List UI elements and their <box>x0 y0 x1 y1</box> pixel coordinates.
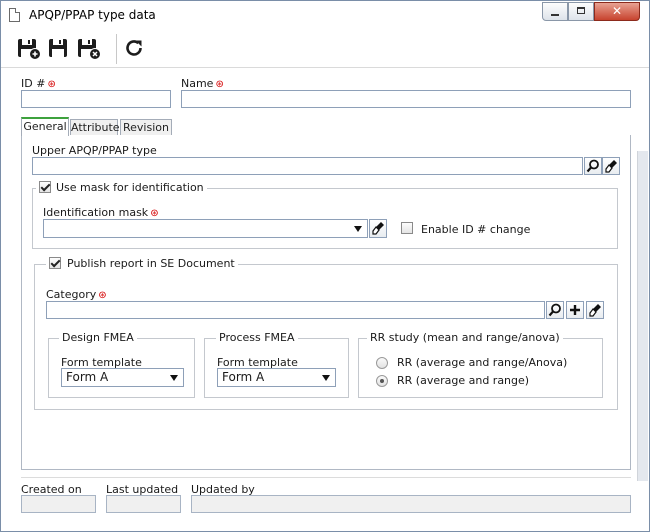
chevron-down-icon <box>354 226 362 232</box>
rr-average-range-radio[interactable] <box>376 375 388 387</box>
name-label: Name ⊛ <box>181 77 224 90</box>
chevron-down-icon <box>322 375 330 381</box>
document-icon <box>9 8 20 22</box>
last-updated-field <box>106 495 181 513</box>
enable-id-change-label: Enable ID # change <box>421 223 531 236</box>
eraser-icon <box>372 222 384 235</box>
required-icon: ⊛ <box>98 290 107 301</box>
save-close-icon <box>78 39 101 60</box>
identification-mask-select[interactable] <box>43 219 368 238</box>
category-clear-button[interactable] <box>586 301 604 319</box>
required-icon: ⊛ <box>150 208 159 219</box>
maximize-button[interactable] <box>568 2 594 21</box>
eraser-icon <box>605 160 617 173</box>
required-icon: ⊛ <box>47 79 56 90</box>
vertical-scrollbar[interactable] <box>637 151 648 481</box>
save-button[interactable] <box>45 35 71 61</box>
save-new-icon <box>18 39 41 60</box>
category-search-button[interactable] <box>546 301 564 319</box>
design-fmea-legend: Design FMEA <box>59 331 137 344</box>
enable-id-change-checkbox[interactable] <box>401 222 413 234</box>
rr-anova-radio[interactable] <box>376 357 388 369</box>
close-button[interactable]: ✕ <box>594 2 640 21</box>
tab-revision[interactable]: Revision <box>120 119 172 136</box>
upper-type-search-button[interactable] <box>584 157 602 175</box>
publish-label: Publish report in SE Document <box>67 257 235 270</box>
plus-icon <box>570 305 580 315</box>
updated-by-field <box>191 495 631 513</box>
upper-type-label: Upper APQP/PPAP type <box>32 144 157 157</box>
design-form-template-select[interactable]: Form A <box>61 368 184 387</box>
title-bar[interactable]: APQP/PPAP type data ✕ <box>1 1 649 31</box>
save-and-new-button[interactable] <box>15 35 41 61</box>
eraser-icon <box>589 304 601 317</box>
minimize-button[interactable] <box>542 2 568 21</box>
required-icon: ⊛ <box>215 79 224 90</box>
id-label: ID # ⊛ <box>21 77 56 90</box>
footer-separator <box>21 477 631 478</box>
rr-average-range-label: RR (average and range) <box>397 374 530 387</box>
process-form-template-value: Form A <box>222 370 265 384</box>
process-fmea-legend: Process FMEA <box>216 331 298 344</box>
tab-attribute[interactable]: Attribute <box>70 119 120 136</box>
minimize-icon <box>551 14 559 16</box>
identification-mask-clear-button[interactable] <box>369 219 387 238</box>
created-on-field <box>21 495 96 513</box>
tab-general[interactable]: General <box>21 117 69 136</box>
use-mask-label: Use mask for identification <box>56 181 204 194</box>
toolbar-separator <box>116 34 117 64</box>
category-add-button[interactable] <box>566 301 584 319</box>
rr-study-legend: RR study (mean and range/anova) <box>367 331 563 344</box>
upper-type-input[interactable] <box>32 157 583 175</box>
refresh-button[interactable] <box>121 35 147 61</box>
dialog-window: APQP/PPAP type data ✕ ID # ⊛ Name ⊛ Gene… <box>0 0 650 532</box>
chevron-down-icon <box>170 375 178 381</box>
maximize-icon <box>577 7 585 14</box>
use-mask-checkbox[interactable] <box>39 181 51 193</box>
category-label: Category ⊛ <box>46 288 107 301</box>
rr-anova-label: RR (average and range/Anova) <box>397 356 568 369</box>
refresh-icon <box>126 40 142 56</box>
design-form-template-value: Form A <box>66 370 109 384</box>
upper-type-clear-button[interactable] <box>602 157 620 175</box>
search-icon <box>586 159 599 173</box>
search-icon <box>548 303 561 317</box>
identification-mask-label: Identification mask ⊛ <box>43 206 159 219</box>
save-icon <box>49 39 67 57</box>
toolbar <box>1 31 649 67</box>
save-and-close-button[interactable] <box>75 35 101 61</box>
name-input[interactable] <box>181 90 631 108</box>
publish-legend: Publish report in SE Document <box>46 257 238 270</box>
category-input[interactable] <box>46 301 545 319</box>
id-input[interactable] <box>21 90 171 108</box>
process-form-template-select[interactable]: Form A <box>217 368 336 387</box>
window-title: APQP/PPAP type data <box>29 8 156 22</box>
publish-checkbox[interactable] <box>49 257 61 269</box>
use-mask-legend: Use mask for identification <box>36 181 207 194</box>
close-icon: ✕ <box>611 4 623 18</box>
